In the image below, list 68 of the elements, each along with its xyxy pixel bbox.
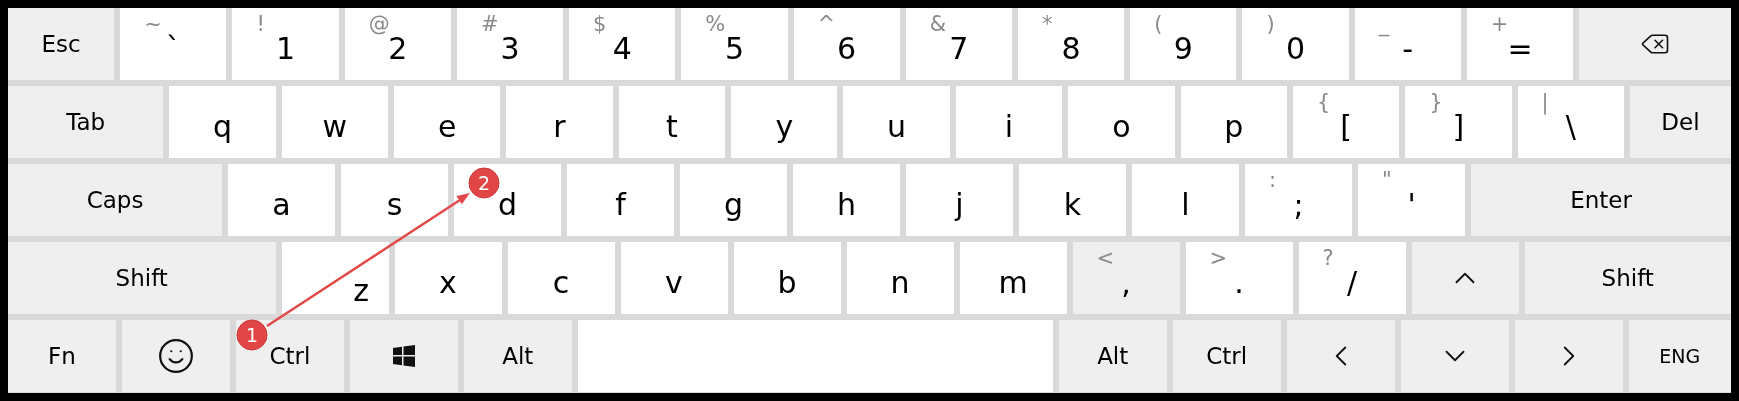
key[interactable]: m [959,242,1067,314]
language-key[interactable]: ENG [1628,320,1732,392]
key[interactable]: k [1019,164,1126,236]
windows-logo-icon [392,345,415,367]
key[interactable]: Caps [8,164,222,236]
key[interactable]: ? / [1298,242,1406,314]
key[interactable]: ~ ` [120,8,227,80]
key[interactable]: @ 2 [344,8,451,80]
key[interactable]: _ - [1354,8,1461,80]
key[interactable]: Ctrl [1172,320,1281,392]
key[interactable]: Alt [463,320,572,392]
key[interactable]: s [341,164,448,236]
key[interactable]: } ] [1405,86,1512,158]
key[interactable]: | \ [1517,86,1624,158]
key[interactable]: u [843,86,950,158]
key[interactable]: l [1132,164,1239,236]
key[interactable]: b [733,242,841,314]
key[interactable]: c [507,242,615,314]
arrow-key[interactable] [1286,320,1395,392]
arrow-key[interactable] [1411,242,1519,314]
key[interactable]: Tab [8,86,164,158]
key[interactable]: ( 9 [1130,8,1237,80]
key[interactable]: y [731,86,838,158]
key[interactable]: r [506,86,613,158]
key[interactable]: ) 0 [1242,8,1349,80]
key[interactable]: + = [1466,8,1574,80]
arrow-key[interactable] [1514,320,1623,392]
key[interactable]: : ; [1245,164,1352,236]
key[interactable]: ^ 6 [793,8,900,80]
backspace-key[interactable] [1579,8,1731,80]
key[interactable]: Alt [1058,320,1167,392]
key[interactable]: $ 4 [569,8,676,80]
key[interactable]: Enter [1471,164,1731,236]
key[interactable]: z [281,242,389,314]
key[interactable]: o [1068,86,1175,158]
key[interactable]: ! 1 [232,8,339,80]
key[interactable]: > . [1185,242,1293,314]
arrow-key[interactable] [1400,320,1509,392]
key[interactable]: " ' [1358,164,1465,236]
key[interactable]: Shift [1524,242,1731,314]
windows-key[interactable] [349,320,458,392]
key[interactable]: % 5 [681,8,788,80]
key[interactable]: # 3 [456,8,564,80]
key[interactable]: x [394,242,502,314]
smiley-icon [156,337,195,375]
key[interactable]: i [955,86,1063,158]
key[interactable]: w [281,86,388,158]
key[interactable]: Del [1629,86,1731,158]
key[interactable]: h [793,164,900,236]
key[interactable]: n [846,242,954,314]
key[interactable]: { [ [1292,86,1400,158]
key[interactable]: j [906,164,1013,236]
key[interactable]: q [169,86,276,158]
key[interactable]: g [680,164,787,236]
key[interactable]: < , [1072,242,1180,314]
space-bar[interactable] [577,320,1053,392]
key[interactable]: e [394,86,501,158]
key[interactable]: a [228,164,335,236]
key[interactable]: Esc [8,8,115,80]
key[interactable]: f [567,164,674,236]
key[interactable]: p [1180,86,1287,158]
key[interactable]: v [620,242,728,314]
key[interactable]: & 7 [905,8,1012,80]
key[interactable]: * 8 [1017,8,1125,80]
key[interactable]: t [618,86,726,158]
key[interactable]: Fn [8,320,116,392]
emoji-key[interactable] [121,320,230,392]
key[interactable]: Shift [8,242,276,314]
